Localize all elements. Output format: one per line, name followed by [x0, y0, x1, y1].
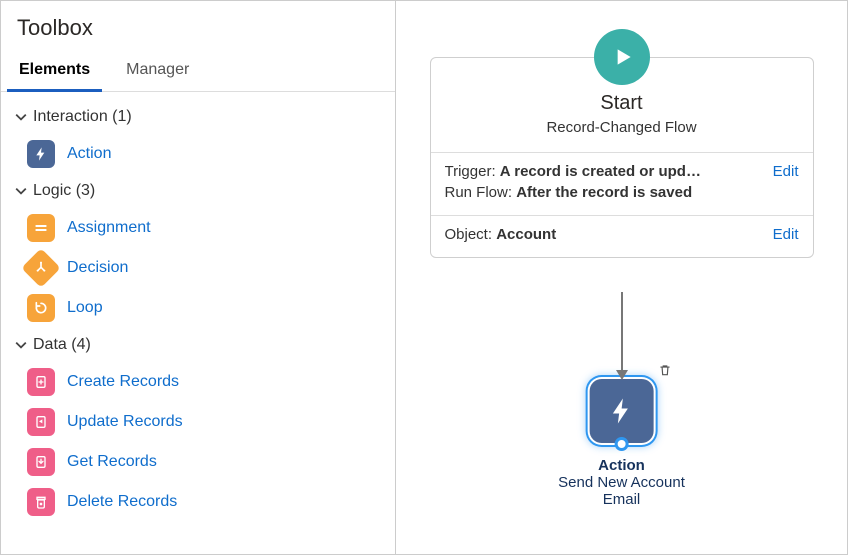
start-button[interactable]	[594, 29, 650, 85]
element-label: Decision	[67, 259, 128, 277]
object-value: Account	[496, 226, 556, 243]
element-groups: Interaction (1) Action Logic (3) Assignm…	[1, 92, 395, 530]
toolbox-title: Toolbox	[1, 1, 395, 51]
trash-icon	[658, 363, 672, 377]
update-records-icon	[27, 408, 55, 436]
tab-elements[interactable]: Elements	[1, 51, 108, 91]
element-delete-records[interactable]: Delete Records	[5, 482, 391, 522]
element-label: Get Records	[67, 453, 157, 471]
element-decision[interactable]: Decision	[5, 248, 391, 288]
element-label: Delete Records	[67, 493, 177, 511]
element-label: Loop	[67, 299, 103, 317]
object-label: Object:	[445, 226, 493, 243]
start-card: Start Record-Changed Flow Trigger: A rec…	[430, 57, 814, 258]
create-records-icon	[27, 368, 55, 396]
loop-icon	[27, 294, 55, 322]
delete-node-button[interactable]	[658, 363, 672, 380]
chevron-down-icon	[15, 339, 27, 351]
group-logic[interactable]: Logic (3)	[5, 174, 391, 208]
start-subtitle: Record-Changed Flow	[443, 119, 801, 136]
start-object-row: Object: Account Edit	[431, 216, 813, 257]
trigger-value: A record is created or upd…	[500, 163, 701, 180]
sidebar-tabs: Elements Manager	[1, 51, 395, 92]
node-name-line1: Send New Account	[558, 474, 685, 491]
group-interaction[interactable]: Interaction (1)	[5, 100, 391, 134]
edit-trigger-link[interactable]: Edit	[773, 163, 799, 180]
chevron-down-icon	[15, 185, 27, 197]
start-title: Start	[443, 92, 801, 115]
connector-arrow	[612, 292, 632, 382]
action-node-box[interactable]	[590, 379, 654, 443]
group-label: Interaction (1)	[33, 108, 132, 126]
start-trigger-row: Trigger: A record is created or upd… Run…	[431, 153, 813, 216]
toolbox-sidebar: Toolbox Elements Manager Interaction (1)…	[1, 1, 396, 554]
runflow-label: Run Flow:	[445, 184, 513, 201]
node-name-line2: Email	[558, 491, 685, 508]
element-label: Create Records	[67, 373, 179, 391]
flow-canvas[interactable]: Start Record-Changed Flow Trigger: A rec…	[396, 1, 847, 554]
group-data[interactable]: Data (4)	[5, 328, 391, 362]
group-label: Logic (3)	[33, 182, 95, 200]
element-label: Assignment	[67, 219, 151, 237]
element-loop[interactable]: Loop	[5, 288, 391, 328]
edit-object-link[interactable]: Edit	[773, 226, 799, 243]
node-type: Action	[558, 457, 685, 474]
element-label: Update Records	[67, 413, 183, 431]
element-update-records[interactable]: Update Records	[5, 402, 391, 442]
output-port[interactable]	[615, 437, 629, 451]
play-icon	[609, 44, 635, 70]
group-label: Data (4)	[33, 336, 91, 354]
tab-manager[interactable]: Manager	[108, 51, 207, 91]
runflow-value: After the record is saved	[516, 184, 692, 201]
chevron-down-icon	[15, 111, 27, 123]
decision-icon	[21, 248, 61, 288]
action-icon	[607, 396, 637, 426]
element-get-records[interactable]: Get Records	[5, 442, 391, 482]
get-records-icon	[27, 448, 55, 476]
element-assignment[interactable]: Assignment	[5, 208, 391, 248]
element-create-records[interactable]: Create Records	[5, 362, 391, 402]
element-label: Action	[67, 145, 111, 163]
element-action[interactable]: Action	[5, 134, 391, 174]
action-icon	[27, 140, 55, 168]
assignment-icon	[27, 214, 55, 242]
trigger-label: Trigger:	[445, 163, 496, 180]
delete-records-icon	[27, 488, 55, 516]
action-node[interactable]: Action Send New Account Email	[558, 379, 685, 508]
